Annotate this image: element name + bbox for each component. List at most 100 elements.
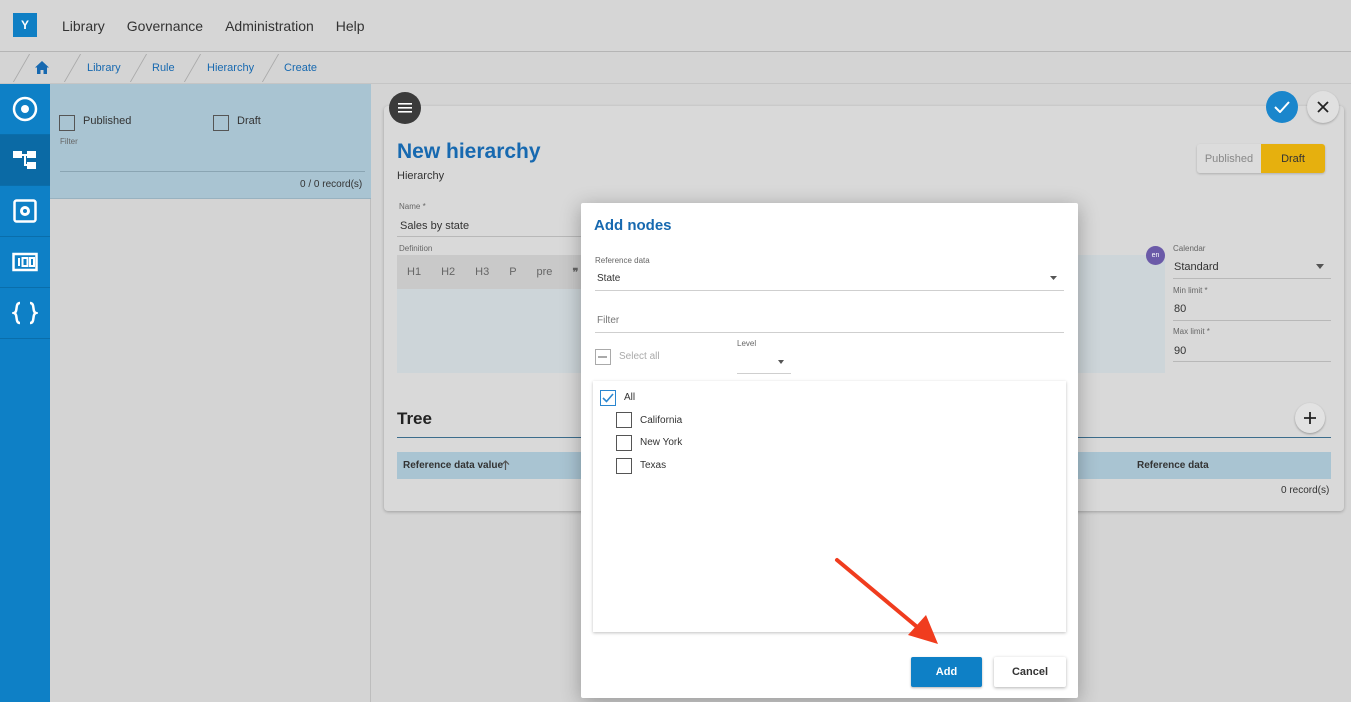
breadcrumb-divider [63,54,82,82]
calendar-select[interactable]: Standard [1174,261,1219,273]
min-limit-input[interactable]: 80 [1174,303,1186,315]
max-limit-underline [1173,361,1331,362]
filter-record-count: 0 / 0 record(s) [300,179,363,190]
rail-item-counter[interactable] [0,237,50,288]
tree-checkbox-texas[interactable] [616,458,632,474]
max-limit-input[interactable]: 90 [1174,345,1186,357]
dialog-filter-input[interactable]: Filter [597,315,619,326]
name-label: Name * [399,202,426,211]
app-logo[interactable]: Y [13,13,37,37]
status-published[interactable]: Published [1197,144,1261,173]
editor-h2-button[interactable]: H2 [441,266,455,278]
editor-pre-button[interactable]: pre [537,266,553,278]
column-reference-data[interactable]: Reference data [1137,460,1209,471]
level-select[interactable] [737,373,791,374]
indeterminate-icon [598,356,607,358]
draft-label: Draft [237,115,261,127]
breadcrumb-create[interactable]: Create [284,52,317,84]
chevron-down-icon [1316,264,1324,269]
published-checkbox[interactable] [59,115,75,131]
tree-record-count: 0 record(s) [1281,485,1330,496]
gear-box-icon [13,199,37,223]
definition-label: Definition [399,244,433,253]
breadcrumb-rule[interactable]: Rule [152,52,175,84]
nav-governance[interactable]: Governance [127,18,203,34]
rail-item-target[interactable] [0,84,50,135]
rail-item-hierarchy[interactable] [0,135,50,186]
breadcrumb-divider [12,54,31,82]
reference-data-select[interactable]: State [597,273,620,284]
editor-h3-button[interactable]: H3 [475,266,489,278]
definition-editor-right[interactable] [1078,255,1165,373]
add-button[interactable]: Add [911,657,982,687]
breadcrumb-divider [261,54,280,82]
braces-icon [12,301,38,325]
page-title: New hierarchy [397,140,541,163]
language-badge[interactable]: en [1146,246,1165,265]
reference-underline [595,290,1064,291]
calendar-label: Calendar [1173,244,1206,253]
min-limit-label: Min limit * [1173,286,1208,295]
top-nav: Library Governance Administration Help [62,0,387,52]
chevron-down-icon [778,360,784,364]
sort-up-icon[interactable] [501,460,510,470]
editor-quote-button[interactable]: ❞ [572,266,578,279]
counter-icon [12,252,38,272]
nav-library[interactable]: Library [62,18,105,34]
menu-button[interactable] [389,92,421,124]
tree-checkbox-california[interactable] [616,412,632,428]
annotation-arrow-icon [835,558,938,644]
editor-p-button[interactable]: P [509,266,516,278]
tree-item-label: New York [640,437,683,448]
column-reference-value[interactable]: Reference data value [403,460,503,471]
breadcrumb: Library Rule Hierarchy Create [0,52,1351,84]
rail-item-settings[interactable] [0,186,50,237]
breadcrumb-library[interactable]: Library [87,52,121,84]
editor-toolbar: H1 H2 H3 P pre ❞ [397,255,587,289]
reference-data-label: Reference data [595,256,650,265]
published-label: Published [83,115,132,127]
check-icon [602,393,614,403]
breadcrumb-hierarchy[interactable]: Hierarchy [207,52,254,84]
filter-panel: Published Draft Filter 0 / 0 record(s) [50,84,371,702]
close-button[interactable] [1307,91,1339,123]
status-toggle: Published Draft [1197,144,1325,173]
definition-editor[interactable] [397,289,587,373]
page-subtitle: Hierarchy [397,170,445,182]
close-icon [1317,101,1329,113]
draft-checkbox[interactable] [213,115,229,131]
side-rail [0,84,50,702]
select-all-checkbox[interactable] [595,349,611,365]
filter-underline [60,171,365,172]
editor-h1-button[interactable]: H1 [407,266,421,278]
tree-item-label: Texas [640,460,667,471]
save-button[interactable] [1266,91,1298,123]
hierarchy-icon [13,151,36,169]
calendar-underline [1173,278,1331,279]
max-limit-label: Max limit * [1173,327,1210,336]
select-all-label: Select all [619,351,660,362]
cancel-button[interactable]: Cancel [994,657,1066,687]
menu-icon [398,103,412,113]
level-label: Level [737,339,757,348]
nav-help[interactable]: Help [336,18,365,34]
target-icon [12,96,38,122]
status-draft[interactable]: Draft [1261,144,1325,173]
nav-administration[interactable]: Administration [225,18,314,34]
check-icon [1274,101,1290,113]
top-bar: Y Library Governance Administration Help [0,0,1351,52]
filter-header: Published Draft Filter 0 / 0 record(s) [50,84,371,199]
home-icon[interactable] [34,60,50,75]
plus-icon [1304,412,1316,424]
min-limit-underline [1173,320,1331,321]
filter-underline [595,332,1064,333]
tree-title: Tree [397,409,432,428]
add-node-button[interactable] [1295,403,1325,433]
filter-input[interactable]: Filter [60,137,78,146]
rail-item-code[interactable] [0,288,50,339]
name-underline [397,236,581,237]
tree-checkbox-all[interactable] [600,390,616,406]
name-input[interactable]: Sales by state [400,220,469,232]
breadcrumb-divider [129,54,148,82]
tree-checkbox-new-york[interactable] [616,435,632,451]
